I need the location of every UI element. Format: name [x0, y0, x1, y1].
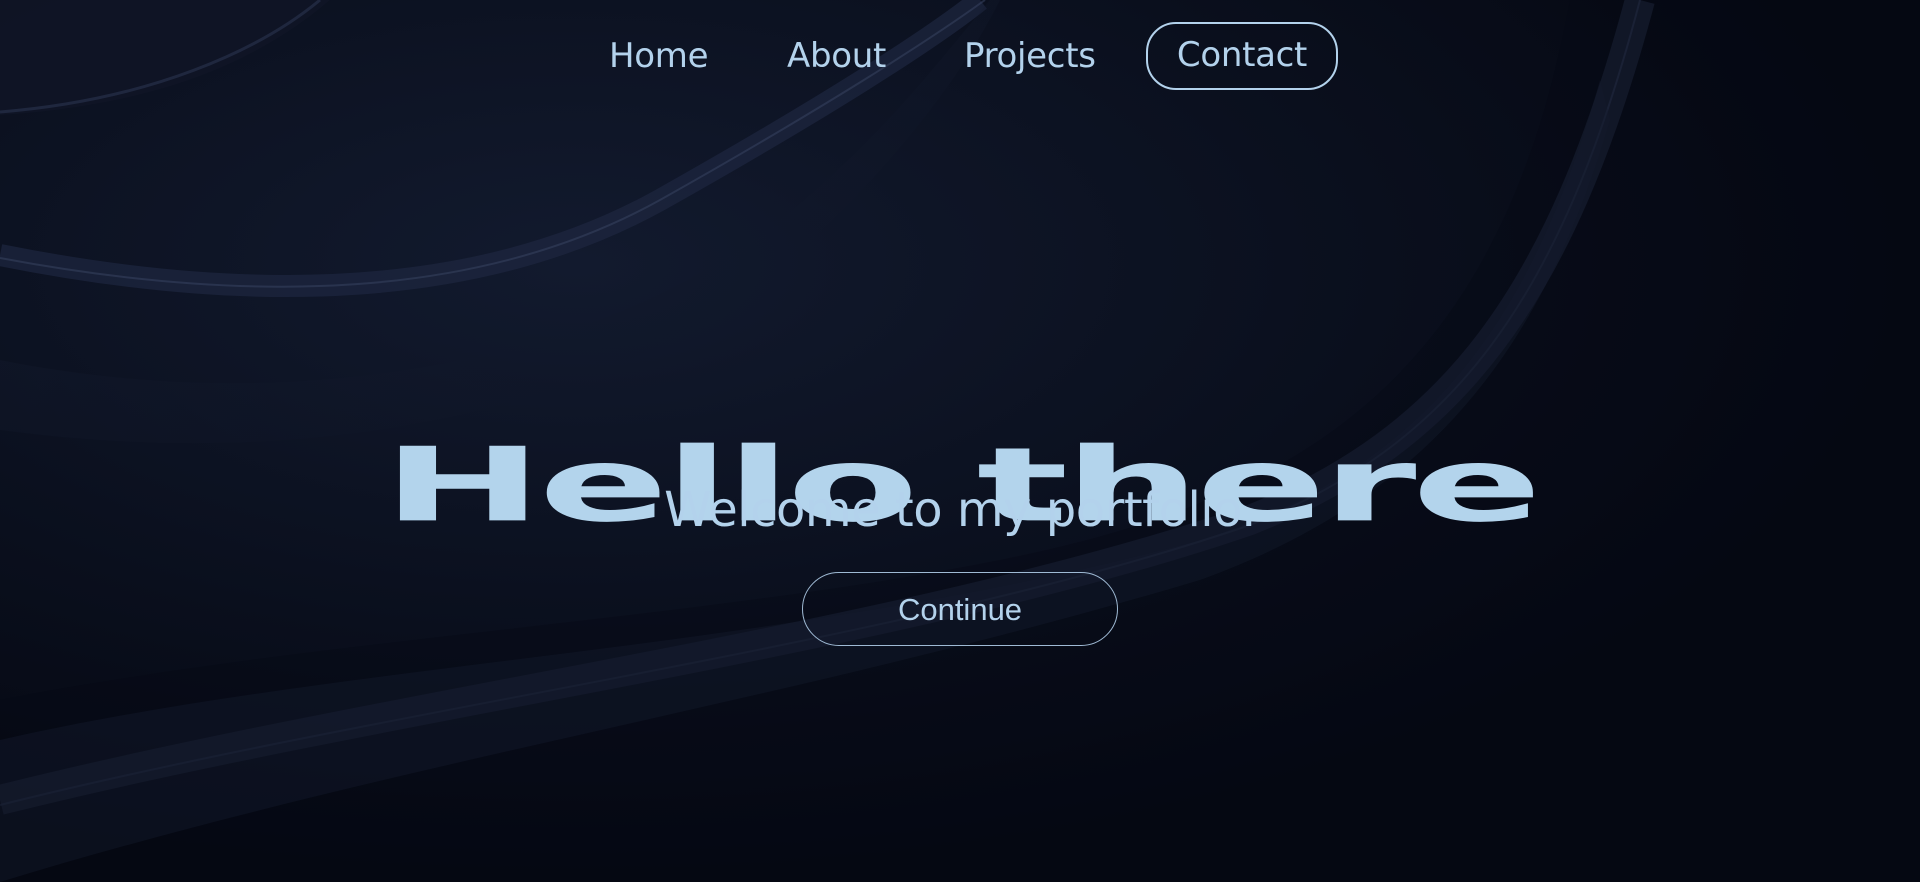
main-nav: Home About Projects Contact	[0, 22, 1920, 92]
nav-projects-link[interactable]: Projects	[964, 22, 1096, 90]
hero-subtitle: Welcome to my portfolio.	[664, 482, 1256, 538]
nav-home-link[interactable]: Home	[609, 22, 709, 90]
continue-button[interactable]: Continue	[802, 572, 1118, 646]
nav-contact-button[interactable]: Contact	[1146, 22, 1338, 90]
nav-about-link[interactable]: About	[787, 22, 886, 90]
